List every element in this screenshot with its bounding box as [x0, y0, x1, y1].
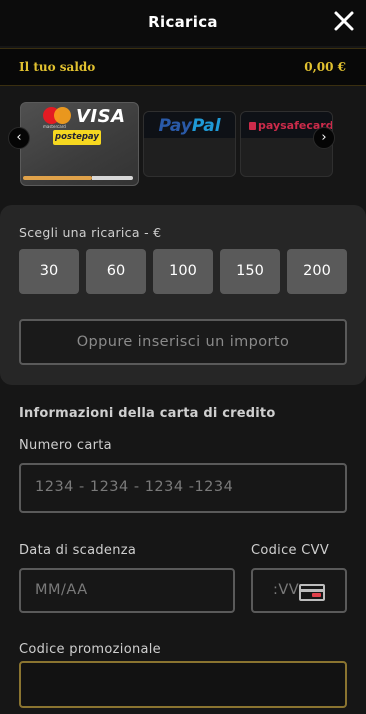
- expiry-label: Data di scadenza: [19, 543, 137, 558]
- credit-card-icon: [299, 584, 325, 601]
- cvv-input[interactable]: :VV: [251, 568, 347, 613]
- cvv-placeholder: :VV: [273, 582, 300, 598]
- recharge-panel: Scegli una ricarica - € 30 60 100 150 20…: [0, 205, 366, 385]
- balance-label: Il tuo saldo: [19, 60, 96, 74]
- chevron-left-icon[interactable]: ‹: [8, 127, 30, 149]
- recharge-label: Scegli una ricarica - €: [19, 225, 162, 240]
- header: Ricarica: [0, 0, 366, 46]
- payment-method-carousel: ‹ mastercard VISA postepay PayPal paysaf…: [0, 102, 366, 188]
- amount-button-60[interactable]: 60: [86, 249, 146, 294]
- mastercard-label: mastercard: [43, 124, 66, 129]
- mastercard-logo: [43, 107, 71, 124]
- progress-rest: [92, 176, 133, 180]
- progress-fill: [23, 176, 93, 180]
- visa-logo: VISA: [76, 106, 126, 127]
- balance-bar: Il tuo saldo 0,00 €: [0, 48, 366, 86]
- amount-button-150[interactable]: 150: [220, 249, 280, 294]
- balance-amount: 0,00 €: [304, 60, 346, 74]
- card-number-input[interactable]: 1234 - 1234 - 1234 -1234: [19, 463, 347, 513]
- card-number-label: Numero carta: [19, 438, 112, 453]
- promo-code-input[interactable]: [19, 661, 347, 708]
- close-icon[interactable]: [332, 9, 356, 33]
- promo-code-label: Codice promozionale: [19, 642, 161, 657]
- lock-icon: [249, 122, 256, 130]
- card-info-title: Informazioni della carta di credito: [19, 406, 276, 421]
- selection-progress-bar: [23, 176, 133, 180]
- payment-method-visa[interactable]: mastercard VISA postepay: [20, 102, 139, 186]
- amount-button-200[interactable]: 200: [287, 249, 347, 294]
- custom-amount-input[interactable]: Oppure inserisci un importo: [19, 319, 347, 365]
- expiry-input[interactable]: MM/AA: [19, 568, 235, 613]
- payment-method-paypal[interactable]: PayPal: [143, 111, 236, 177]
- page-title: Ricarica: [148, 13, 218, 31]
- amount-button-30[interactable]: 30: [19, 249, 79, 294]
- cvv-label: Codice CVV: [251, 543, 330, 558]
- postepay-logo: postepay: [53, 130, 101, 145]
- amount-button-100[interactable]: 100: [153, 249, 213, 294]
- chevron-right-icon[interactable]: ›: [313, 127, 335, 149]
- paypal-logo: PayPal: [158, 116, 221, 136]
